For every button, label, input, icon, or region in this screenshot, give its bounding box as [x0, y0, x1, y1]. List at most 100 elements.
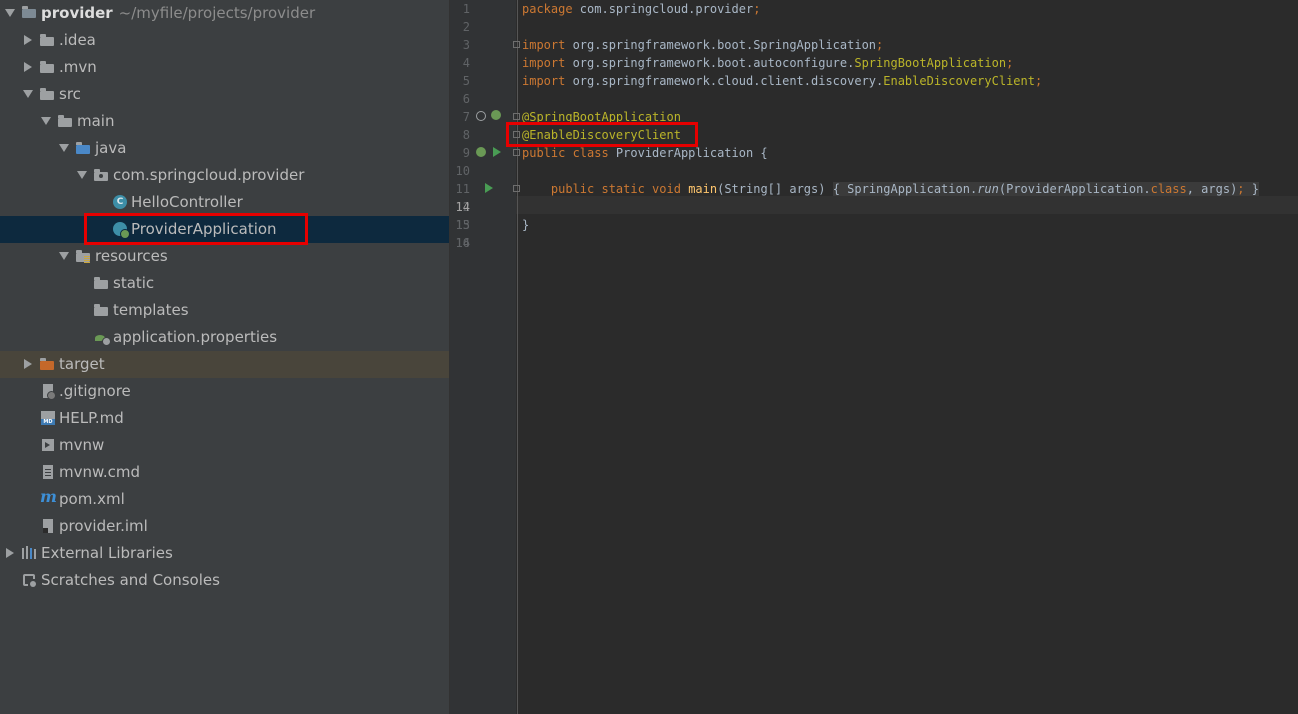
code-editor[interactable]: 1 2 3 4 5 6 7 8 9 10 11 12 13 14 14 15 1… [450, 0, 1298, 714]
libraries-icon [22, 546, 37, 561]
line-number: 6 [462, 92, 470, 106]
folder-icon [58, 114, 73, 129]
code-line-1: package com.springcloud.provider; [522, 2, 761, 16]
folder-icon [94, 276, 109, 291]
expand-arrow-icon[interactable] [77, 171, 87, 179]
project-tree-panel: provider ~/myfile/projects/provider .idea… [0, 0, 449, 714]
tree-row-mvnw[interactable]: mvnw [0, 432, 449, 459]
tree-item-label: External Libraries [41, 544, 173, 562]
tree-item-label: mvnw.cmd [59, 463, 141, 481]
line-number: 8 [462, 128, 470, 142]
line-number: 9 [462, 146, 470, 160]
line-number: 11 [455, 182, 470, 196]
spring-bean-icon[interactable] [491, 110, 501, 120]
tree-row-hellocontroller[interactable]: C HelloController [0, 189, 449, 216]
tree-row-gitignore[interactable]: .gitignore [0, 378, 449, 405]
line-number: 15 [455, 218, 470, 232]
run-class-icon[interactable] [493, 147, 501, 157]
code-line-3: import org.springframework.boot.SpringAp… [522, 38, 884, 52]
fold-icon[interactable] [513, 149, 520, 156]
current-line-highlight [450, 196, 1298, 214]
expand-arrow-icon[interactable] [24, 359, 32, 369]
tree-item-label: com.springcloud.provider [113, 166, 305, 184]
line-number: 7 [462, 110, 470, 124]
tree-row-mvn[interactable]: .mvn [0, 54, 449, 81]
module-file-icon [43, 519, 53, 533]
tree-item-label: provider.iml [59, 517, 148, 535]
tree-item-label: .mvn [59, 58, 97, 76]
expand-arrow-icon[interactable] [24, 35, 32, 45]
tree-item-label: resources [95, 247, 168, 265]
tree-item-label: .gitignore [59, 382, 131, 400]
tree-row-mvnw-cmd[interactable]: mvnw.cmd [0, 459, 449, 486]
folder-icon [40, 33, 55, 48]
tree-item-label: mvnw [59, 436, 105, 454]
expand-arrow-icon[interactable] [59, 144, 69, 152]
line-number: 3 [462, 38, 470, 52]
line-number: 16 [455, 236, 470, 250]
fold-icon[interactable] [513, 185, 520, 192]
tree-row-idea[interactable]: .idea [0, 27, 449, 54]
tree-row-static[interactable]: static [0, 270, 449, 297]
scratches-icon [22, 573, 37, 588]
code-line-15: } [522, 218, 530, 232]
tree-row-target[interactable]: target [0, 351, 449, 378]
expand-arrow-icon[interactable] [6, 548, 14, 558]
tree-item-label: target [59, 355, 105, 373]
fold-icon[interactable] [513, 41, 520, 48]
tree-row-application-properties[interactable]: application.properties [0, 324, 449, 351]
folder-icon [40, 87, 55, 102]
fold-icon[interactable] [513, 113, 520, 120]
tree-row-scratches[interactable]: Scratches and Consoles [0, 567, 449, 594]
expand-arrow-icon[interactable] [59, 252, 69, 260]
maven-icon: m [40, 487, 57, 506]
tree-row-resources[interactable]: resources [0, 243, 449, 270]
java-class-icon: C [113, 195, 127, 209]
tree-item-label: src [59, 85, 81, 103]
line-number: 10 [455, 164, 470, 178]
resources-folder-icon [76, 249, 91, 264]
tree-row-external-libraries[interactable]: External Libraries [0, 540, 449, 567]
markdown-file-icon: MD [41, 411, 55, 425]
tree-item-label: HELP.md [59, 409, 124, 427]
package-icon [94, 168, 109, 183]
current-line-number: 14 [455, 200, 470, 214]
expand-arrow-icon[interactable] [23, 90, 33, 98]
tree-item-label: .idea [59, 31, 96, 49]
tree-row-templates[interactable]: templates [0, 297, 449, 324]
spring-boot-icon[interactable] [476, 147, 486, 157]
tree-item-label: main [77, 112, 115, 130]
expand-arrow-icon[interactable] [24, 62, 32, 72]
spring-properties-icon [95, 330, 111, 346]
tree-row-package[interactable]: com.springcloud.provider [0, 162, 449, 189]
bean-icon[interactable] [476, 111, 486, 121]
root-label: provider ~/myfile/projects/provider [41, 4, 316, 22]
text-file-icon [43, 465, 53, 479]
folder-icon [40, 60, 55, 75]
excluded-folder-icon [40, 357, 55, 372]
code-line-5: import org.springframework.cloud.client.… [522, 74, 1043, 88]
line-number: 2 [462, 20, 470, 34]
tree-row-help-md[interactable]: MD HELP.md [0, 405, 449, 432]
run-main-icon[interactable] [485, 183, 493, 193]
line-number: 1 [462, 2, 470, 16]
tree-item-label: static [113, 274, 155, 292]
shell-script-icon [42, 439, 54, 451]
tree-row-main[interactable]: main [0, 108, 449, 135]
line-number: 4 [462, 56, 470, 70]
expand-arrow-icon[interactable] [41, 117, 51, 125]
module-folder-icon [22, 5, 37, 20]
tree-row-java[interactable]: java [0, 135, 449, 162]
code-line-11: public static void main(String[] args) {… [550, 182, 1259, 196]
tree-row-src[interactable]: src [0, 81, 449, 108]
tree-item-label: templates [113, 301, 189, 319]
expand-arrow-icon[interactable] [5, 9, 15, 17]
tree-row-root[interactable]: provider ~/myfile/projects/provider [0, 0, 449, 27]
tree-item-label: java [95, 139, 127, 157]
folder-icon [94, 303, 109, 318]
tree-item-label: HelloController [131, 193, 243, 211]
line-number: 5 [462, 74, 470, 88]
highlight-box [84, 213, 308, 245]
tree-row-pom-xml[interactable]: m pom.xml [0, 486, 449, 513]
tree-row-provider-iml[interactable]: provider.iml [0, 513, 449, 540]
